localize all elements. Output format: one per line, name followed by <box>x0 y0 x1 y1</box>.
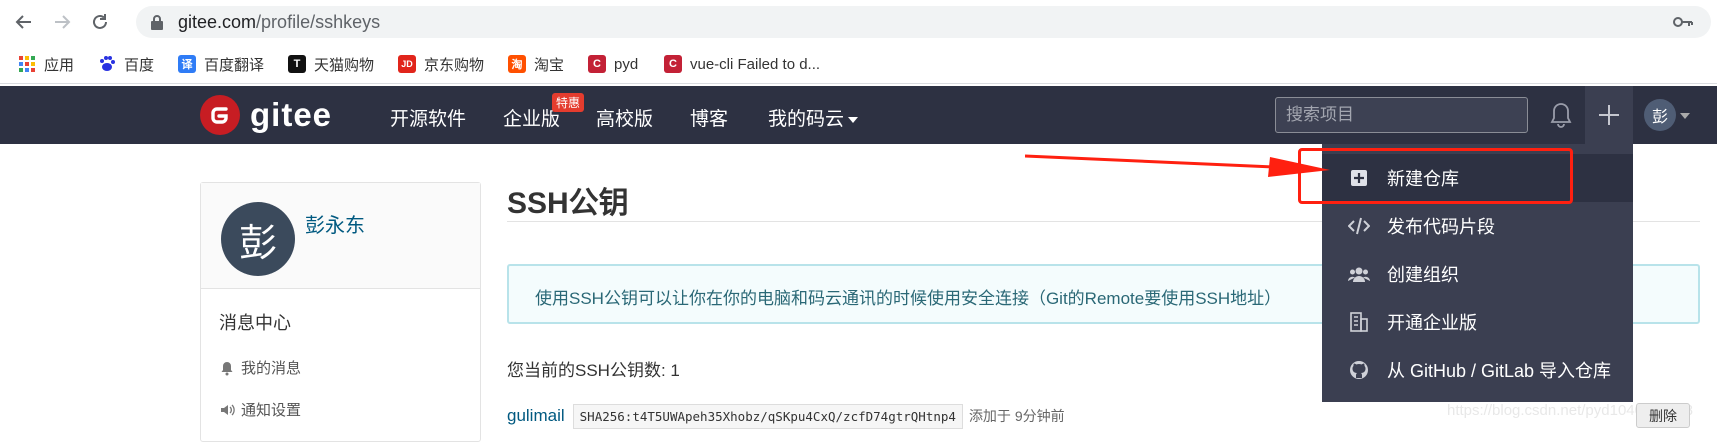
menu-item-import-repo[interactable]: 从 GitHub / GitLab 导入仓库 <box>1322 346 1633 394</box>
menu-item-create-org[interactable]: 创建组织 <box>1322 250 1633 298</box>
sidebar-item-my-messages[interactable]: 我的消息 <box>219 357 301 378</box>
bookmark-label: 应用 <box>44 56 75 74</box>
tmall-icon: T <box>288 55 306 73</box>
reload-icon <box>93 14 107 29</box>
ssh-key-count: 您当前的SSH公钥数: 1 <box>507 361 680 380</box>
bell-icon[interactable] <box>1549 101 1573 129</box>
ssh-key-fingerprint: SHA256:t4T5UWApeh35Xhobz/qSKpu4CxQ/zcfD7… <box>572 403 963 429</box>
sidebar-item-notification-settings[interactable]: 通知设置 <box>219 399 301 420</box>
github-icon <box>1348 359 1370 381</box>
chevron-down-icon[interactable] <box>1680 113 1690 119</box>
bookmark-label: pyd <box>614 55 639 73</box>
bookmark-label: 百度 <box>124 56 155 74</box>
search-field[interactable] <box>1275 97 1528 133</box>
message-center-heading: 消息中心 <box>219 313 291 333</box>
bookmark-jd[interactable]: JD 京东购物 <box>398 53 484 75</box>
info-message-text: 使用SSH公钥可以让你在你的电脑和码云通讯的时候使用安全连接（Git的Remot… <box>535 289 1282 308</box>
address-bar[interactable]: gitee.com/profile/sshkeys <box>136 6 1711 38</box>
bookmark-taobao[interactable]: 淘 淘宝 <box>508 53 564 75</box>
csdn-icon: C <box>664 55 682 73</box>
page-title: SSH公钥 <box>507 187 629 220</box>
profile-sidebar: 彭 彭永东 消息中心 我的消息 通知设置 <box>200 182 481 442</box>
forward-button[interactable] <box>48 8 76 36</box>
bookmark-pyd[interactable]: C pyd <box>588 53 638 75</box>
bookmark-baidu-translate[interactable]: 译 百度翻译 <box>178 53 264 75</box>
bookmarks-bar: 应用 百度 译 百度翻译 T 天猫购物 JD 京东购物 淘 淘宝 C pyd C… <box>0 44 1717 84</box>
users-icon <box>1348 263 1370 285</box>
ssh-key-title[interactable]: gulimail <box>507 406 565 426</box>
translate-icon: 译 <box>178 55 196 73</box>
building-icon <box>1348 311 1370 333</box>
nav-university[interactable]: 高校版 <box>596 104 653 131</box>
menu-item-label: 从 GitHub / GitLab 导入仓库 <box>1387 361 1612 381</box>
ssh-key-row: gulimail SHA256:t4T5UWApeh35Xhobz/qSKpu4… <box>507 403 1065 429</box>
forward-arrow-icon <box>55 15 71 29</box>
logo-text: gitee <box>250 96 333 133</box>
bookmark-label: 百度翻译 <box>204 56 265 74</box>
csdn-icon: C <box>588 55 606 73</box>
gitee-logo-icon <box>200 95 240 135</box>
annotation-arrow-icon <box>1025 154 1330 177</box>
menu-item-enterprise[interactable]: 开通企业版 <box>1322 298 1633 346</box>
menu-item-label: 开通企业版 <box>1387 313 1477 333</box>
site-header: gitee 开源软件 企业版 特惠 高校版 博客 我的码云 彭 <box>0 86 1717 144</box>
bookmark-label: 淘宝 <box>534 56 565 74</box>
bookmark-label: vue-cli Failed to d... <box>690 55 821 73</box>
profile-summary: 彭 彭永东 <box>201 183 480 289</box>
annotation-highlight-frame <box>1298 148 1573 204</box>
plus-icon <box>1599 105 1619 125</box>
nav-my-gitee[interactable]: 我的码云 <box>768 104 859 131</box>
browser-toolbar: gitee.com/profile/sshkeys <box>0 0 1717 44</box>
bookmark-vue-cli[interactable]: C vue-cli Failed to d... <box>664 53 820 75</box>
nav-blog[interactable]: 博客 <box>690 104 728 131</box>
taobao-icon: 淘 <box>508 55 526 73</box>
nav-my-gitee-label: 我的码云 <box>768 109 845 130</box>
lock-icon <box>151 15 163 30</box>
bookmark-tmall[interactable]: T 天猫购物 <box>288 53 374 75</box>
chevron-down-icon <box>848 116 859 123</box>
promo-badge: 特惠 <box>552 93 585 112</box>
user-avatar[interactable]: 彭 <box>1644 99 1676 131</box>
menu-item-publish-snippet[interactable]: 发布代码片段 <box>1322 202 1633 250</box>
create-button[interactable] <box>1585 86 1633 144</box>
apps-grid-icon <box>19 56 35 72</box>
reload-button[interactable] <box>86 8 114 36</box>
menu-item-label: 创建组织 <box>1387 265 1459 285</box>
ssh-key-added-time: 添加于 9分钟前 <box>968 408 1065 424</box>
bell-icon <box>221 361 233 375</box>
speaker-icon <box>221 404 235 415</box>
search-input[interactable] <box>1276 98 1527 132</box>
sidebar-item-label: 通知设置 <box>241 402 302 419</box>
url-text: gitee.com/profile/sshkeys <box>178 12 381 32</box>
bookmark-label: 天猫购物 <box>314 56 375 74</box>
baidu-paw-icon <box>100 56 115 71</box>
delete-key-button[interactable]: 删除 <box>1636 403 1690 428</box>
bookmark-apps[interactable]: 应用 <box>18 53 74 75</box>
gitee-logo[interactable]: gitee <box>200 95 332 135</box>
menu-item-label: 发布代码片段 <box>1387 217 1495 237</box>
sidebar-item-label: 我的消息 <box>241 360 302 377</box>
profile-avatar[interactable]: 彭 <box>221 202 295 276</box>
nav-open-source[interactable]: 开源软件 <box>390 104 466 131</box>
profile-username[interactable]: 彭永东 <box>305 209 365 238</box>
back-button[interactable] <box>10 8 38 36</box>
code-icon <box>1348 215 1370 237</box>
bookmark-baidu[interactable]: 百度 <box>98 53 154 75</box>
jd-icon: JD <box>398 55 416 73</box>
back-arrow-icon <box>15 15 31 29</box>
bookmark-label: 京东购物 <box>424 56 485 74</box>
key-icon[interactable] <box>1673 14 1693 30</box>
